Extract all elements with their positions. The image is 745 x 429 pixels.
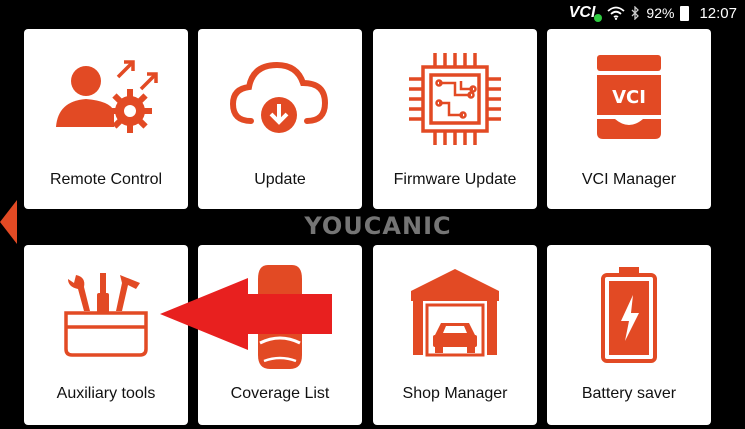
- tile-update[interactable]: Update: [198, 29, 362, 209]
- battery-icon: [680, 5, 690, 21]
- tile-firmware-update[interactable]: Firmware Update: [373, 29, 537, 209]
- clock: 12:07: [699, 4, 737, 22]
- tile-label: Update: [254, 171, 306, 188]
- vci-device-text: VCI: [612, 87, 646, 108]
- vci-status-label: VCI: [568, 4, 596, 21]
- cloud-update-icon: [198, 49, 362, 144]
- tile-label: VCI Manager: [581, 171, 677, 188]
- tile-remote-control[interactable]: Remote Control: [24, 29, 188, 209]
- chip-icon: [373, 49, 537, 149]
- status-bar: VCI 92% 12:07: [0, 0, 745, 26]
- tile-label: Battery saver: [581, 385, 677, 402]
- tile-vci-manager[interactable]: VCI VCI Manager: [547, 29, 711, 209]
- vci-connected-dot: [594, 14, 603, 22]
- tile-label: Remote Control: [49, 171, 163, 188]
- tile-battery-saver[interactable]: Battery saver: [547, 245, 711, 425]
- battery-saver-icon: [547, 265, 711, 365]
- vci-device-icon: VCI: [547, 49, 711, 144]
- vci-status-indicator: VCI: [568, 4, 603, 22]
- tile-label: Firmware Update: [393, 171, 517, 188]
- tile-label: Auxiliary tools: [56, 385, 156, 402]
- garage-icon: [373, 265, 537, 360]
- previous-page-arrow-icon[interactable]: [0, 200, 17, 244]
- bluetooth-icon: [631, 6, 640, 20]
- highlight-arrow-icon: [160, 278, 335, 355]
- battery-percent: 92%: [646, 5, 675, 21]
- remote-control-icon: [24, 49, 188, 144]
- tile-shop-manager[interactable]: Shop Manager: [373, 245, 537, 425]
- tile-label: Coverage List: [230, 385, 330, 402]
- tile-label: Shop Manager: [402, 385, 508, 402]
- watermark: YOUCANIC: [304, 212, 452, 240]
- wifi-icon: [607, 6, 626, 20]
